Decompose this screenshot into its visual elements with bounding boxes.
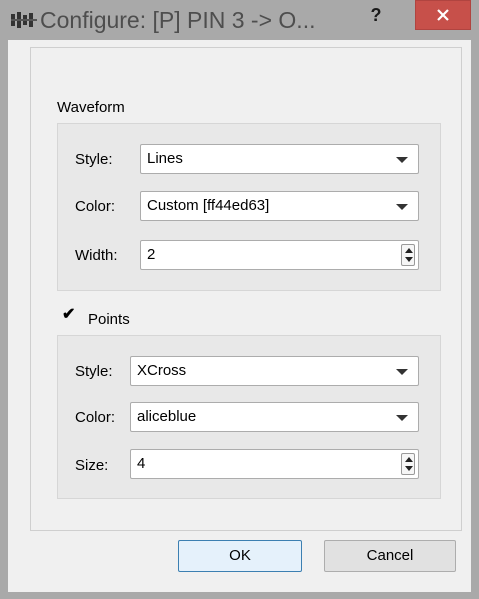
ok-button[interactable]: OK (178, 540, 302, 572)
points-style-label: Style: (75, 363, 113, 380)
waveform-width-value: 2 (147, 246, 156, 263)
close-button[interactable] (415, 0, 471, 30)
points-size-label: Size: (75, 457, 109, 474)
title-bar[interactable]: Configure: [P] PIN 3 -> O... ? (0, 0, 479, 40)
points-style-select[interactable]: XCross (130, 356, 419, 386)
chevron-down-icon (396, 415, 408, 421)
waveform-color-select[interactable]: Custom [ff44ed63] (140, 191, 419, 221)
close-icon (437, 9, 449, 21)
waveform-width-spinbox[interactable]: 2 (140, 240, 419, 270)
points-group-label: Points (88, 311, 130, 328)
cancel-button[interactable]: Cancel (324, 540, 456, 572)
app-icon (11, 12, 37, 28)
waveform-color-value: Custom [ff44ed63] (147, 197, 270, 214)
chevron-down-icon (396, 204, 408, 210)
spin-up-icon[interactable] (405, 248, 413, 253)
spin-up-icon[interactable] (405, 457, 413, 462)
points-color-value: aliceblue (137, 408, 197, 425)
chevron-down-icon (396, 369, 408, 375)
waveform-style-value: Lines (147, 150, 183, 167)
points-color-label: Color: (75, 409, 116, 426)
configure-dialog: Configure: [P] PIN 3 -> O... ? Waveform … (0, 0, 479, 599)
points-color-select[interactable]: aliceblue (130, 402, 419, 432)
waveform-group-label: Waveform (57, 99, 125, 116)
spin-down-icon[interactable] (405, 466, 413, 471)
points-size-spinbox[interactable]: 4 (130, 449, 419, 479)
points-style-value: XCross (137, 362, 187, 379)
window-title: Configure: [P] PIN 3 -> O... (40, 7, 316, 33)
chevron-down-icon (396, 157, 408, 163)
points-checkbox[interactable]: ✔ (62, 307, 78, 323)
help-button[interactable]: ? (363, 4, 389, 26)
spinner-buttons[interactable] (401, 453, 415, 475)
waveform-style-label: Style: (75, 151, 113, 168)
waveform-width-label: Width: (75, 247, 118, 264)
spinner-buttons[interactable] (401, 244, 415, 266)
points-size-value: 4 (137, 455, 146, 472)
waveform-style-select[interactable]: Lines (140, 144, 419, 174)
waveform-color-label: Color: (75, 198, 116, 215)
spin-down-icon[interactable] (405, 257, 413, 262)
